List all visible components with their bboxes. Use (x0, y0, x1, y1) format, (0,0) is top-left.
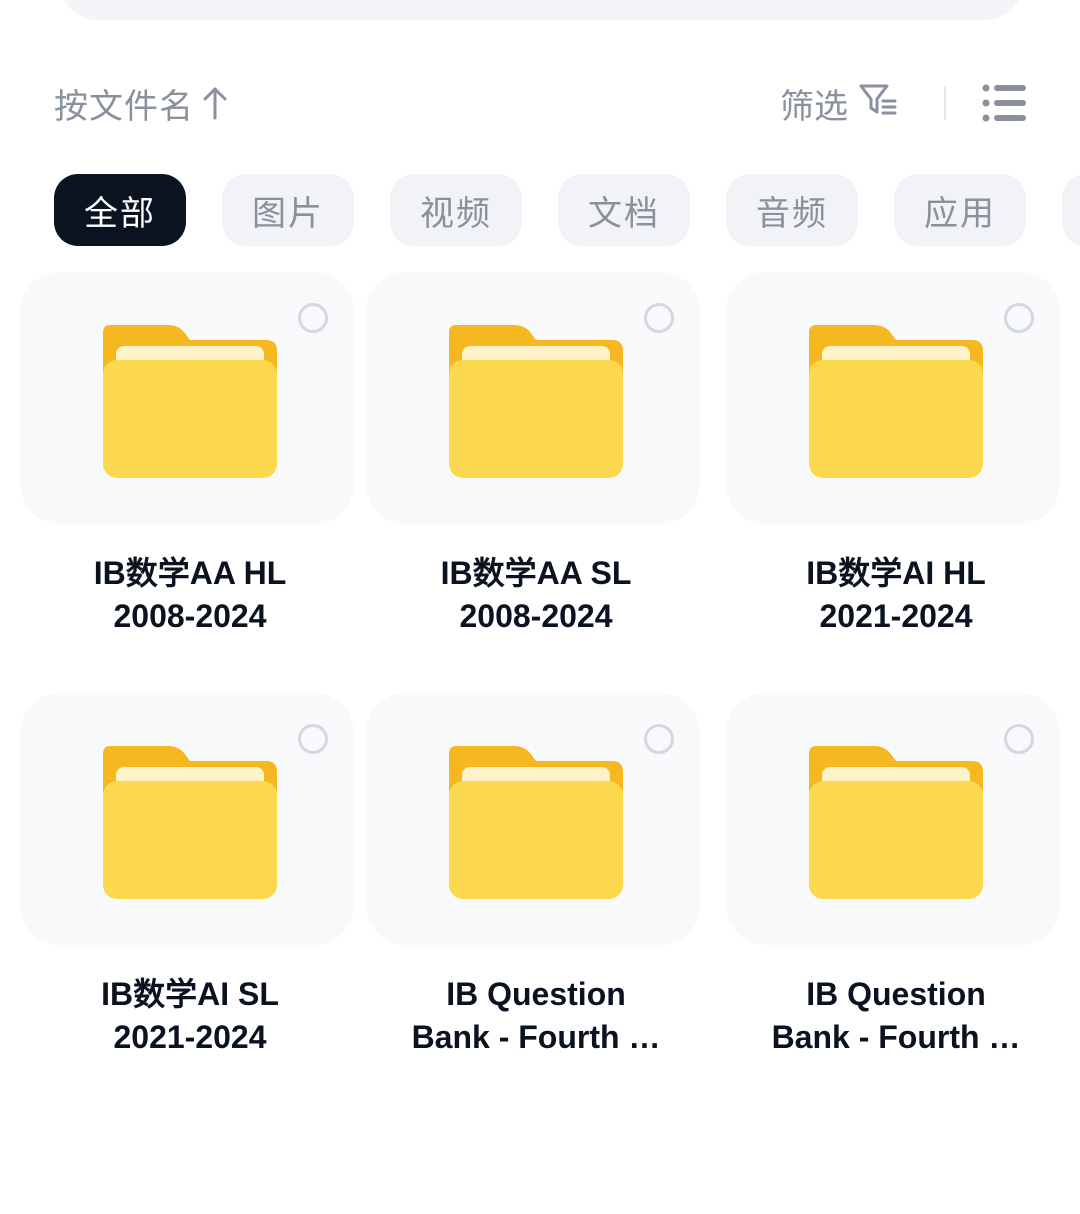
select-checkbox[interactable] (1004, 724, 1034, 754)
select-checkbox[interactable] (644, 724, 674, 754)
category-tabs: 全部 图片 视频 文档 音频 应用 (0, 174, 1080, 246)
filter-button[interactable]: 筛选 (780, 80, 898, 127)
file-name: IB数学AA HL 2008-2024 (93, 555, 287, 634)
tab-videos[interactable]: 视频 (390, 174, 522, 246)
file-name: IB数学AI SL 2021-2024 (101, 976, 279, 1055)
list-view-icon (980, 84, 1028, 130)
filter-icon (858, 82, 898, 125)
folder-icon (103, 325, 277, 478)
folder-icon (449, 746, 623, 899)
tab-more[interactable] (1062, 174, 1080, 246)
toolbar-divider (944, 86, 946, 120)
select-checkbox[interactable] (298, 724, 328, 754)
tab-apps[interactable]: 应用 (894, 174, 1026, 246)
file-name: IB Question Bank - Fourth … (411, 976, 661, 1055)
file-name: IB数学AI HL 2021-2024 (806, 555, 986, 634)
sort-label: 按文件名 (54, 86, 194, 127)
file-name: IB数学AA SL 2008-2024 (440, 555, 632, 634)
tab-audio[interactable]: 音频 (726, 174, 858, 246)
tab-images[interactable]: 图片 (222, 174, 354, 246)
sort-by-name-button[interactable]: 按文件名 (54, 80, 228, 127)
tab-all[interactable]: 全部 (54, 174, 186, 246)
select-checkbox[interactable] (644, 303, 674, 333)
search-bar[interactable] (58, 0, 1024, 20)
select-checkbox[interactable] (1004, 303, 1034, 333)
tab-documents[interactable]: 文档 (558, 174, 690, 246)
sort-ascending-icon (202, 86, 228, 120)
folder-icon (449, 325, 623, 478)
folder-icon (809, 325, 983, 478)
toolbar: 按文件名 筛选 (0, 70, 1080, 136)
folder-icon (809, 746, 983, 899)
filter-label: 筛选 (780, 86, 848, 127)
folder-icon (103, 746, 277, 899)
file-name: IB Question Bank - Fourth … (771, 976, 1021, 1055)
select-checkbox[interactable] (298, 303, 328, 333)
list-view-button[interactable] (980, 80, 1028, 126)
